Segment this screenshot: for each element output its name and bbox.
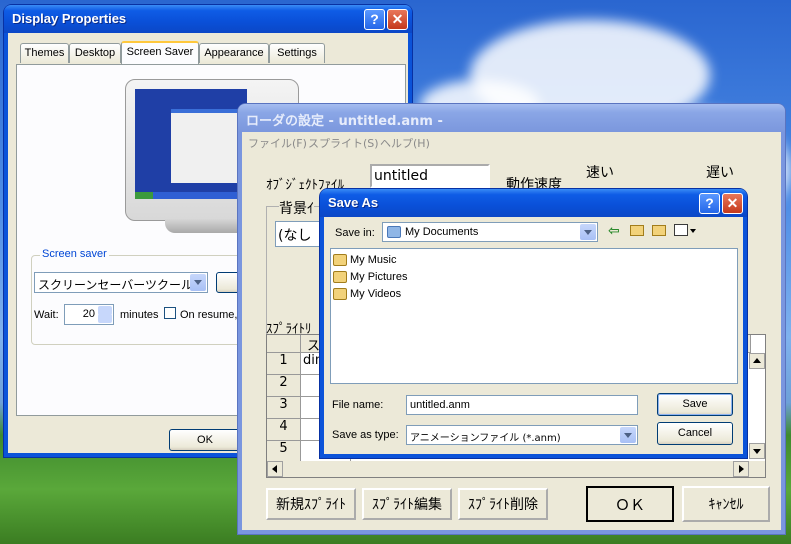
edit-sprite-button[interactable]: ｽﾌﾟﾗｲﾄ編集 <box>362 488 452 520</box>
pictures-folder-icon <box>333 271 347 283</box>
tab-desktop[interactable]: Desktop <box>69 43 121 63</box>
documents-folder-icon <box>387 226 401 238</box>
cancel-button[interactable]: Cancel <box>657 422 733 445</box>
menu-file[interactable]: ファイル(F) <box>248 135 307 151</box>
tab-strip: Themes Desktop Screen Saver Appearance S… <box>16 41 406 65</box>
grid-row-header[interactable]: 5 <box>267 441 301 463</box>
new-folder-icon[interactable] <box>652 225 666 236</box>
loader-cancel-button[interactable]: ｷｬﾝｾﾙ <box>682 486 770 522</box>
window-title: Display Properties <box>12 11 127 26</box>
preview-window <box>171 109 239 183</box>
on-resume-checkbox[interactable] <box>164 307 176 319</box>
chevron-down-icon[interactable] <box>190 274 206 291</box>
list-item[interactable]: My Music <box>333 252 483 268</box>
file-name-label: File name: <box>332 399 384 411</box>
scroll-right-icon[interactable] <box>733 461 749 477</box>
grid-row-header[interactable]: 4 <box>267 419 301 441</box>
monitor-screen <box>135 89 247 199</box>
save-as-type-select[interactable]: アニメーションファイル (*.anm) <box>406 425 638 445</box>
list-item-label: My Music <box>350 254 397 266</box>
close-button[interactable]: ✕ <box>387 9 408 30</box>
music-folder-icon <box>333 254 347 266</box>
help-button[interactable]: ? <box>364 9 385 30</box>
title-bar[interactable]: Display Properties ? ✕ <box>4 5 412 33</box>
background-label: 背景ｲ <box>279 198 314 218</box>
grid-row-header[interactable]: 3 <box>267 397 301 419</box>
slow-label: 遅い <box>706 165 734 181</box>
file-name-input[interactable]: untitled.anm <box>406 395 638 415</box>
view-menu-icon[interactable] <box>674 224 688 236</box>
screen-saver-value: スクリーンセーバーツクール95 <box>38 278 207 292</box>
grid-corner <box>267 335 301 353</box>
list-item[interactable]: My Videos <box>333 286 483 302</box>
close-button[interactable]: ✕ <box>722 193 743 214</box>
save-as-type-label: Save as type: <box>332 429 399 441</box>
loader-ok-button[interactable]: ＯＫ <box>586 486 674 522</box>
save-in-value: My Documents <box>405 226 479 238</box>
menu-bar: ファイル(F) スプライト(S) ヘルプ(H) <box>242 132 781 152</box>
save-in-label: Save in: <box>335 227 375 239</box>
list-item[interactable]: My Pictures <box>333 269 483 285</box>
object-file-input[interactable]: untitled <box>370 164 490 188</box>
fast-label: 速い <box>586 165 614 181</box>
chevron-down-icon[interactable] <box>620 427 636 443</box>
wait-spinner[interactable]: 20 <box>64 304 114 325</box>
new-sprite-button[interactable]: 新規ｽﾌﾟﾗｲﾄ <box>266 488 356 520</box>
tab-screen-saver[interactable]: Screen Saver <box>121 41 199 64</box>
scroll-left-icon[interactable] <box>267 461 283 477</box>
ok-button[interactable]: OK <box>169 429 241 451</box>
chevron-down-icon[interactable] <box>580 224 596 240</box>
list-item-label: My Pictures <box>350 271 408 283</box>
list-item-label: My Videos <box>350 288 402 300</box>
save-in-select[interactable]: My Documents <box>382 222 598 242</box>
minutes-label: minutes <box>120 309 159 321</box>
grid-row-header[interactable]: 1 <box>267 353 301 375</box>
delete-sprite-button[interactable]: ｽﾌﾟﾗｲﾄ削除 <box>458 488 548 520</box>
scroll-down-icon[interactable] <box>749 443 765 459</box>
background-value: (なし <box>278 228 312 244</box>
menu-help[interactable]: ヘルプ(H) <box>380 135 430 151</box>
title-bar[interactable]: ローダの設定 - untitled.anm - <box>238 104 785 132</box>
spin-down-icon[interactable] <box>98 314 112 323</box>
back-arrow-icon[interactable]: ⇦ <box>608 223 620 239</box>
chevron-down-icon[interactable] <box>690 229 696 233</box>
window-title: ローダの設定 - untitled.anm - <box>246 114 443 129</box>
file-name-value: untitled.anm <box>410 399 470 411</box>
up-folder-icon[interactable] <box>630 225 644 236</box>
wait-value: 20 <box>82 308 95 320</box>
scroll-up-icon[interactable] <box>749 353 765 369</box>
dialog-client: Save in: My Documents ⇦ My Music My Pict… <box>324 217 743 454</box>
help-button[interactable]: ? <box>699 193 720 214</box>
wait-label: Wait: <box>34 309 59 321</box>
title-bar[interactable]: Save As ? ✕ <box>320 189 747 217</box>
file-list[interactable]: My Music My Pictures My Videos <box>330 248 738 384</box>
object-file-value: untitled <box>374 168 429 184</box>
videos-folder-icon <box>333 288 347 300</box>
screen-saver-group-label: Screen saver <box>40 248 109 260</box>
window-title: Save As <box>328 195 379 210</box>
screen-saver-select[interactable]: スクリーンセーバーツクール95 <box>34 272 208 293</box>
grid-row-header[interactable]: 2 <box>267 375 301 397</box>
tab-themes[interactable]: Themes <box>20 43 69 63</box>
on-resume-label: On resume, <box>180 309 238 321</box>
menu-sprite[interactable]: スプライト(S) <box>308 135 379 151</box>
save-button[interactable]: Save <box>657 393 733 416</box>
preview-start-button <box>135 192 153 199</box>
tab-appearance[interactable]: Appearance <box>199 43 269 63</box>
save-as-type-value: アニメーションファイル (*.anm) <box>410 433 561 444</box>
save-as-dialog: Save As ? ✕ Save in: My Documents ⇦ My M… <box>320 189 747 458</box>
horizontal-scrollbar[interactable] <box>267 461 765 477</box>
tab-settings[interactable]: Settings <box>269 43 325 63</box>
